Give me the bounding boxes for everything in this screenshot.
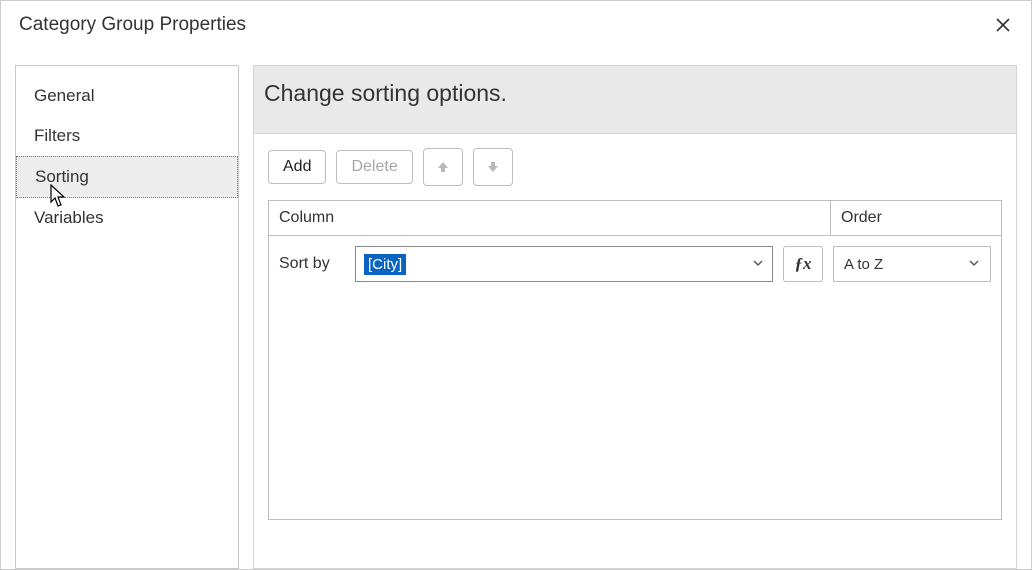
content-panel: Add Delete Column Order Sort by	[253, 133, 1017, 569]
sidebar-item-label: Sorting	[35, 167, 89, 186]
sort-toolbar: Add Delete	[268, 148, 1002, 186]
content-area: Change sorting options. Add Delete Colum…	[253, 65, 1017, 569]
fx-icon: ƒx	[795, 254, 812, 274]
table-header-column: Column	[269, 201, 831, 235]
sidebar-item-general[interactable]: General	[16, 76, 238, 116]
delete-button[interactable]: Delete	[336, 150, 412, 184]
sort-order-value: A to Z	[844, 256, 883, 273]
chevron-down-icon	[968, 256, 980, 273]
dialog-body: General Filters Sorting Variables Change…	[1, 53, 1031, 569]
add-button[interactable]: Add	[268, 150, 326, 184]
sort-table: Column Order Sort by [City] ƒx	[268, 200, 1002, 520]
move-down-button[interactable]	[473, 148, 513, 186]
table-header-order: Order	[831, 201, 1001, 235]
content-heading: Change sorting options.	[264, 80, 1006, 107]
sidebar: General Filters Sorting Variables	[15, 65, 239, 569]
sort-expression-value: [City]	[364, 254, 406, 275]
arrow-up-icon	[436, 160, 450, 174]
sidebar-item-label: General	[34, 86, 94, 105]
titlebar: Category Group Properties	[1, 1, 1031, 53]
table-row: Sort by [City] ƒx A to Z	[269, 236, 1001, 292]
close-icon	[995, 17, 1011, 33]
chevron-down-icon	[752, 256, 764, 273]
sidebar-item-filters[interactable]: Filters	[16, 116, 238, 156]
sidebar-item-label: Filters	[34, 126, 80, 145]
sidebar-item-variables[interactable]: Variables	[16, 198, 238, 238]
close-button[interactable]	[989, 11, 1017, 39]
arrow-down-icon	[486, 160, 500, 174]
sidebar-item-sorting[interactable]: Sorting	[16, 156, 238, 198]
sort-order-combo[interactable]: A to Z	[833, 246, 991, 282]
table-header: Column Order	[269, 201, 1001, 236]
move-up-button[interactable]	[423, 148, 463, 186]
sort-expression-combo[interactable]: [City]	[355, 246, 773, 282]
sort-by-label: Sort by	[279, 255, 345, 273]
content-header: Change sorting options.	[253, 65, 1017, 133]
dialog-window: Category Group Properties General Filter…	[0, 0, 1032, 570]
expression-builder-button[interactable]: ƒx	[783, 246, 823, 282]
sidebar-item-label: Variables	[34, 208, 104, 227]
dialog-title: Category Group Properties	[19, 14, 246, 36]
